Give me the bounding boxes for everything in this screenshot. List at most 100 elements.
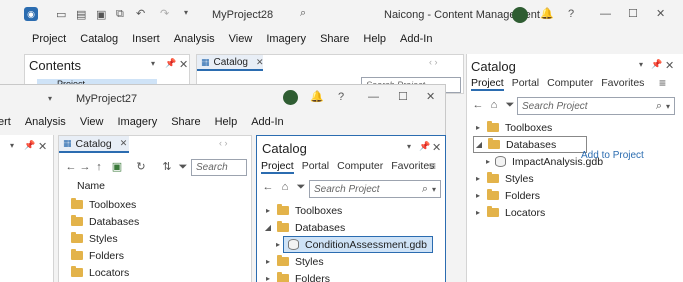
- expand-icon[interactable]: ▸: [473, 174, 483, 183]
- search-icon[interactable]: ⌕: [422, 183, 428, 196]
- expand-icon[interactable]: ▸: [263, 206, 273, 215]
- menu-imagery[interactable]: Imagery: [117, 116, 157, 128]
- expand-icon[interactable]: ▸: [263, 257, 273, 266]
- tab-computer[interactable]: Computer: [547, 77, 593, 89]
- expand-icon[interactable]: ▸: [273, 240, 283, 249]
- up-nav-icon[interactable]: ↑: [91, 159, 107, 175]
- tree-item-toolboxes[interactable]: ▸ Toolboxes: [473, 119, 678, 136]
- contents-options-icon[interactable]: ▾: [151, 59, 155, 68]
- tab-project[interactable]: Project: [261, 160, 294, 174]
- front-pane-options-icon[interactable]: ▾: [407, 142, 411, 151]
- search-dropdown-icon[interactable]: ▾: [432, 185, 436, 194]
- front-tab-scroll-icon[interactable]: ‹ ›: [219, 138, 228, 148]
- menu-view[interactable]: View: [80, 116, 104, 128]
- back-tab-scroll-icon[interactable]: ‹ ›: [429, 57, 438, 67]
- list-item[interactable]: Locators: [71, 264, 241, 281]
- front-minimize-icon[interactable]: —: [368, 91, 379, 103]
- menu-catalog[interactable]: Catalog: [80, 33, 118, 45]
- list-item[interactable]: Toolboxes: [71, 196, 241, 213]
- new-icon[interactable]: ▭: [56, 8, 66, 21]
- front-pane-search[interactable]: Search Project ⌕ ▾: [309, 180, 441, 198]
- front-pane-close-icon[interactable]: ✕: [432, 141, 441, 154]
- undo-icon[interactable]: ↶: [136, 7, 145, 20]
- left-pane-pin-icon[interactable]: 📌: [24, 140, 35, 151]
- redo-icon[interactable]: ↷: [160, 7, 169, 20]
- contents-close-icon[interactable]: ✕: [179, 58, 188, 71]
- close-icon[interactable]: ✕: [656, 7, 665, 20]
- list-item[interactable]: Folders: [71, 247, 241, 264]
- tree-item-locators[interactable]: ▸ Locators: [473, 204, 678, 221]
- expand-icon[interactable]: ▸: [473, 208, 483, 217]
- tab-portal[interactable]: Portal: [302, 160, 329, 172]
- open-icon[interactable]: ▤: [76, 8, 86, 21]
- front-pane-back-icon[interactable]: ←: [260, 179, 276, 195]
- tree-item-folders[interactable]: ▸ Folders: [263, 270, 443, 282]
- menu-help[interactable]: Help: [215, 116, 238, 128]
- tree-item-styles[interactable]: ▸ Styles: [263, 253, 443, 270]
- right-pane-search[interactable]: Search Project ⌕ ▾: [517, 97, 675, 115]
- tab-project[interactable]: Project: [471, 77, 504, 91]
- tab-computer[interactable]: Computer: [337, 160, 383, 172]
- front-pane-menu-icon[interactable]: ≡: [429, 159, 436, 173]
- menu-analysis[interactable]: Analysis: [174, 33, 215, 45]
- filter-icon[interactable]: ⏷: [175, 159, 191, 175]
- menu-imagery[interactable]: Imagery: [266, 33, 306, 45]
- menu-share[interactable]: Share: [171, 116, 200, 128]
- tab-favorites[interactable]: Favorites: [391, 160, 434, 172]
- back-catalog-tab[interactable]: ▦ Catalog ✕: [197, 55, 264, 71]
- front-pane-home-icon[interactable]: ⌂: [277, 179, 293, 195]
- notification-bell-icon[interactable]: 🔔: [540, 7, 554, 20]
- sort-icon[interactable]: ⇅: [159, 159, 175, 175]
- menu-project[interactable]: Project: [32, 33, 66, 45]
- menu-insert[interactable]: Insert: [132, 33, 160, 45]
- contents-pin-icon[interactable]: 📌: [165, 58, 176, 69]
- menu-add-in[interactable]: Add-In: [400, 33, 432, 45]
- right-pane-menu-icon[interactable]: ≡: [659, 76, 666, 90]
- list-item[interactable]: Databases: [71, 213, 241, 230]
- refresh-icon[interactable]: ↻: [133, 159, 149, 175]
- qat-dropdown-icon[interactable]: ▾: [184, 8, 188, 17]
- expand-icon[interactable]: ▸: [473, 191, 483, 200]
- minimize-icon[interactable]: —: [600, 8, 611, 20]
- right-pane-back-icon[interactable]: ←: [470, 97, 486, 113]
- tree-item-folders[interactable]: ▸ Folders: [473, 187, 678, 204]
- tab-portal[interactable]: Portal: [512, 77, 539, 89]
- name-column-header[interactable]: Name: [77, 180, 105, 192]
- front-catalog-tab-close-icon[interactable]: ✕: [120, 138, 128, 149]
- right-pane-pin-icon[interactable]: 📌: [651, 59, 662, 70]
- front-pane-pin-icon[interactable]: 📌: [419, 141, 430, 152]
- menu-help[interactable]: Help: [363, 33, 386, 45]
- tree-item-databases[interactable]: ◢ Databases: [473, 136, 587, 153]
- back-catalog-tab-close-icon[interactable]: ✕: [256, 57, 264, 68]
- menu-view[interactable]: View: [229, 33, 253, 45]
- right-pane-close-icon[interactable]: ✕: [665, 59, 674, 72]
- collapse-icon[interactable]: ◢: [474, 140, 484, 149]
- menu-add-in[interactable]: Add-In: [251, 116, 283, 128]
- tree-item-toolboxes[interactable]: ▸ Toolboxes: [263, 202, 443, 219]
- front-notification-bell-icon[interactable]: 🔔: [310, 90, 324, 103]
- collapse-icon[interactable]: ◢: [263, 223, 273, 232]
- left-pane-options-icon[interactable]: ▾: [10, 141, 14, 150]
- tree-item-databases[interactable]: ◢ Databases: [263, 219, 443, 236]
- front-user-avatar[interactable]: [283, 90, 298, 105]
- front-catalog-tab[interactable]: ▦ Catalog ✕: [59, 136, 129, 153]
- tree-item-gdb[interactable]: ▸ ConditionAssessment.gdb: [273, 236, 443, 253]
- front-close-icon[interactable]: ✕: [426, 90, 435, 103]
- command-search-icon[interactable]: ⌕: [300, 7, 306, 20]
- right-pane-filter-icon[interactable]: ⏷: [502, 97, 518, 113]
- expand-icon[interactable]: ▸: [483, 157, 493, 166]
- search-dropdown-icon[interactable]: ▾: [666, 102, 670, 111]
- front-catalog-search[interactable]: Search: [191, 159, 247, 176]
- search-icon[interactable]: ⌕: [656, 100, 662, 113]
- menu-insert-partial[interactable]: ert: [0, 116, 11, 128]
- right-pane-home-icon[interactable]: ⌂: [486, 97, 502, 113]
- view-options-icon[interactable]: ▣: [109, 159, 125, 175]
- menu-analysis[interactable]: Analysis: [25, 116, 66, 128]
- copy-icon[interactable]: ⧉: [116, 8, 124, 21]
- left-pane-close-icon[interactable]: ✕: [38, 140, 47, 153]
- menu-share[interactable]: Share: [320, 33, 349, 45]
- front-maximize-icon[interactable]: ☐: [398, 90, 408, 103]
- maximize-icon[interactable]: ☐: [628, 7, 638, 20]
- front-help-icon[interactable]: ?: [338, 91, 344, 103]
- front-pane-filter-icon[interactable]: ⏷: [293, 179, 309, 195]
